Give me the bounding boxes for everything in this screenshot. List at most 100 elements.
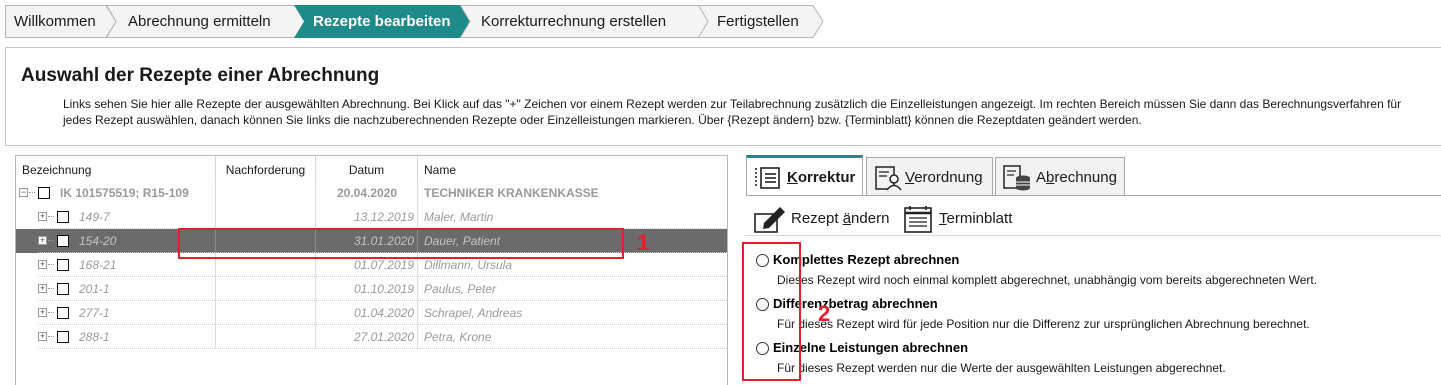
row-label: 201-1 [79,282,110,296]
wizard-step-abrechnung-ermitteln[interactable]: Abrechnung ermitteln [106,5,306,38]
tree-connector [29,192,35,193]
tab-label: Verordnung [905,169,983,186]
column-divider [417,277,418,301]
tab-verordnung[interactable]: Verordnung [866,157,993,196]
tree-connector [48,264,54,265]
row-checkbox[interactable] [57,331,69,343]
tab-korrektur-panel: Rezept ändern Terminblatt Komplettes Rez… [742,195,1441,385]
row-name: Schrapel, Andreas [424,306,523,320]
terminblatt-button[interactable]: Terminblatt [902,204,1022,234]
row-nachforderung [216,205,316,229]
row-name: Paulus, Peter [424,282,497,296]
wizard-breadcrumb: Willkommen Abrechnung ermitteln Rezepte … [5,5,825,38]
expand-icon[interactable]: + [38,260,47,269]
database-icon [1003,165,1030,191]
toolbar-divider [746,235,1441,236]
row-label: 154-20 [79,234,117,248]
row-datum: 13.12.2019 [353,210,414,224]
expand-icon[interactable]: + [38,284,47,293]
row-label: 168-21 [79,258,117,272]
expand-icon[interactable]: + [38,308,47,317]
annotation-box-2 [742,242,801,381]
column-header-name[interactable]: Name [418,156,727,184]
option-description: Für dieses Rezept werden nur die Werte d… [777,361,1226,375]
tab-label: Abrechnung [1036,169,1117,186]
wizard-step-label: Fertigstellen [717,13,799,30]
tree-row[interactable]: +201-1 01.10.2019 Paulus, Peter [16,277,727,301]
wizard-step-label: Willkommen [14,13,96,30]
group-datum: 20.04.2020 [336,186,398,200]
pencil-edit-icon [754,207,785,233]
column-header-datum[interactable]: Datum [316,156,418,184]
row-checkbox[interactable] [57,211,69,223]
wizard-step-label: Korrekturrechnung erstellen [481,13,667,30]
group-nachforderung [216,181,316,205]
header-panel: Auswahl der Rezepte einer Abrechnung Lin… [5,47,1441,146]
tree-connector [48,216,54,217]
group-label: IK 101575519; R15-109 [60,186,189,200]
row-checkbox[interactable] [57,307,69,319]
row-checkbox[interactable] [57,235,69,247]
group-name: TECHNIKER KRANKENKASSE [424,186,599,200]
option-description: Dieses Rezept wird noch einmal komplett … [777,273,1318,287]
expand-icon[interactable]: + [38,212,47,221]
row-datum: 01.04.2020 [353,306,414,320]
wizard-step-fertigstellen[interactable]: Fertigstellen [698,5,824,38]
option-title: Einzelne Leistungen abrechnen [773,340,969,355]
rezept-aendern-label: Rezept ändern [791,210,890,227]
row-nachforderung [216,325,316,349]
tree-connector [48,240,54,241]
terminblatt-label: Terminblatt [939,210,1013,227]
row-label: 288-1 [79,330,110,344]
annotation-box-1 [178,228,624,259]
tree-connector [48,312,54,313]
tree-connector [48,336,54,337]
row-nachforderung [216,301,316,325]
tab-abrechnung[interactable]: Abrechnung [995,157,1125,196]
row-label: 149-7 [79,210,110,224]
annotation-number-1: 1 [637,230,650,255]
wizard-step-label: Rezepte bearbeiten [313,13,451,30]
rezept-aendern-button[interactable]: Rezept ändern [754,204,894,234]
page-description: Links sehen Sie hier alle Rezepte der au… [63,97,1402,127]
tab-label: Korrektur [787,169,856,186]
tree-connector [48,288,54,289]
expand-icon[interactable]: + [38,332,47,341]
column-header-nachforderung[interactable]: Nachforderung [216,156,316,184]
option-differenzbetrag[interactable]: Differenzbetrag abrechnen Für dieses Rez… [756,293,1436,337]
collapse-icon[interactable]: − [19,188,28,197]
column-divider [417,205,418,229]
row-separator [38,348,727,349]
prescription-tree[interactable]: Bezeichnung Nachforderung Datum Name − I… [15,155,728,385]
prescription-icon [875,166,902,191]
expand-icon[interactable]: + [38,236,47,245]
annotation-number-2: 2 [818,301,831,326]
wizard-step-label: Abrechnung ermitteln [128,13,271,30]
option-komplettes-rezept[interactable]: Komplettes Rezept abrechnen Dieses Rezep… [756,249,1436,293]
row-nachforderung [216,277,316,301]
option-einzelne-leistungen[interactable]: Einzelne Leistungen abrechnen Für dieses… [756,337,1436,381]
tree-group-row[interactable]: − IK 101575519; R15-109 20.04.2020 TECHN… [16,181,727,205]
row-datum: 27.01.2020 [353,330,414,344]
group-checkbox[interactable] [38,187,50,199]
list-columns-icon [755,167,780,189]
column-header-bezeichnung[interactable]: Bezeichnung [16,156,216,184]
wizard-step-rezepte-bearbeiten[interactable]: Rezepte bearbeiten [294,5,471,38]
calendar-sheet-icon [904,206,932,233]
row-name: Maler, Martin [424,210,494,224]
column-divider [417,181,418,205]
tree-row[interactable]: +149-7 13.12.2019 Maler, Martin [16,205,727,229]
row-checkbox[interactable] [57,283,69,295]
row-name: Petra, Krone [424,330,492,344]
tree-row[interactable]: +277-1 01.04.2020 Schrapel, Andreas [16,301,727,325]
column-divider [417,301,418,325]
wizard-step-korrekturrechnung-erstellen[interactable]: Korrekturrechnung erstellen [460,5,710,38]
column-divider [417,325,418,349]
wizard-step-willkommen[interactable]: Willkommen [5,5,117,38]
option-description: Für dieses Rezept wird für jede Position… [777,317,1310,331]
row-checkbox[interactable] [57,259,69,271]
page-title: Auswahl der Rezepte einer Abrechnung [21,65,380,86]
row-datum: 01.10.2019 [353,282,414,296]
tab-korrektur[interactable]: Korrektur [746,155,863,196]
tree-row[interactable]: +288-1 27.01.2020 Petra, Krone [16,325,727,349]
